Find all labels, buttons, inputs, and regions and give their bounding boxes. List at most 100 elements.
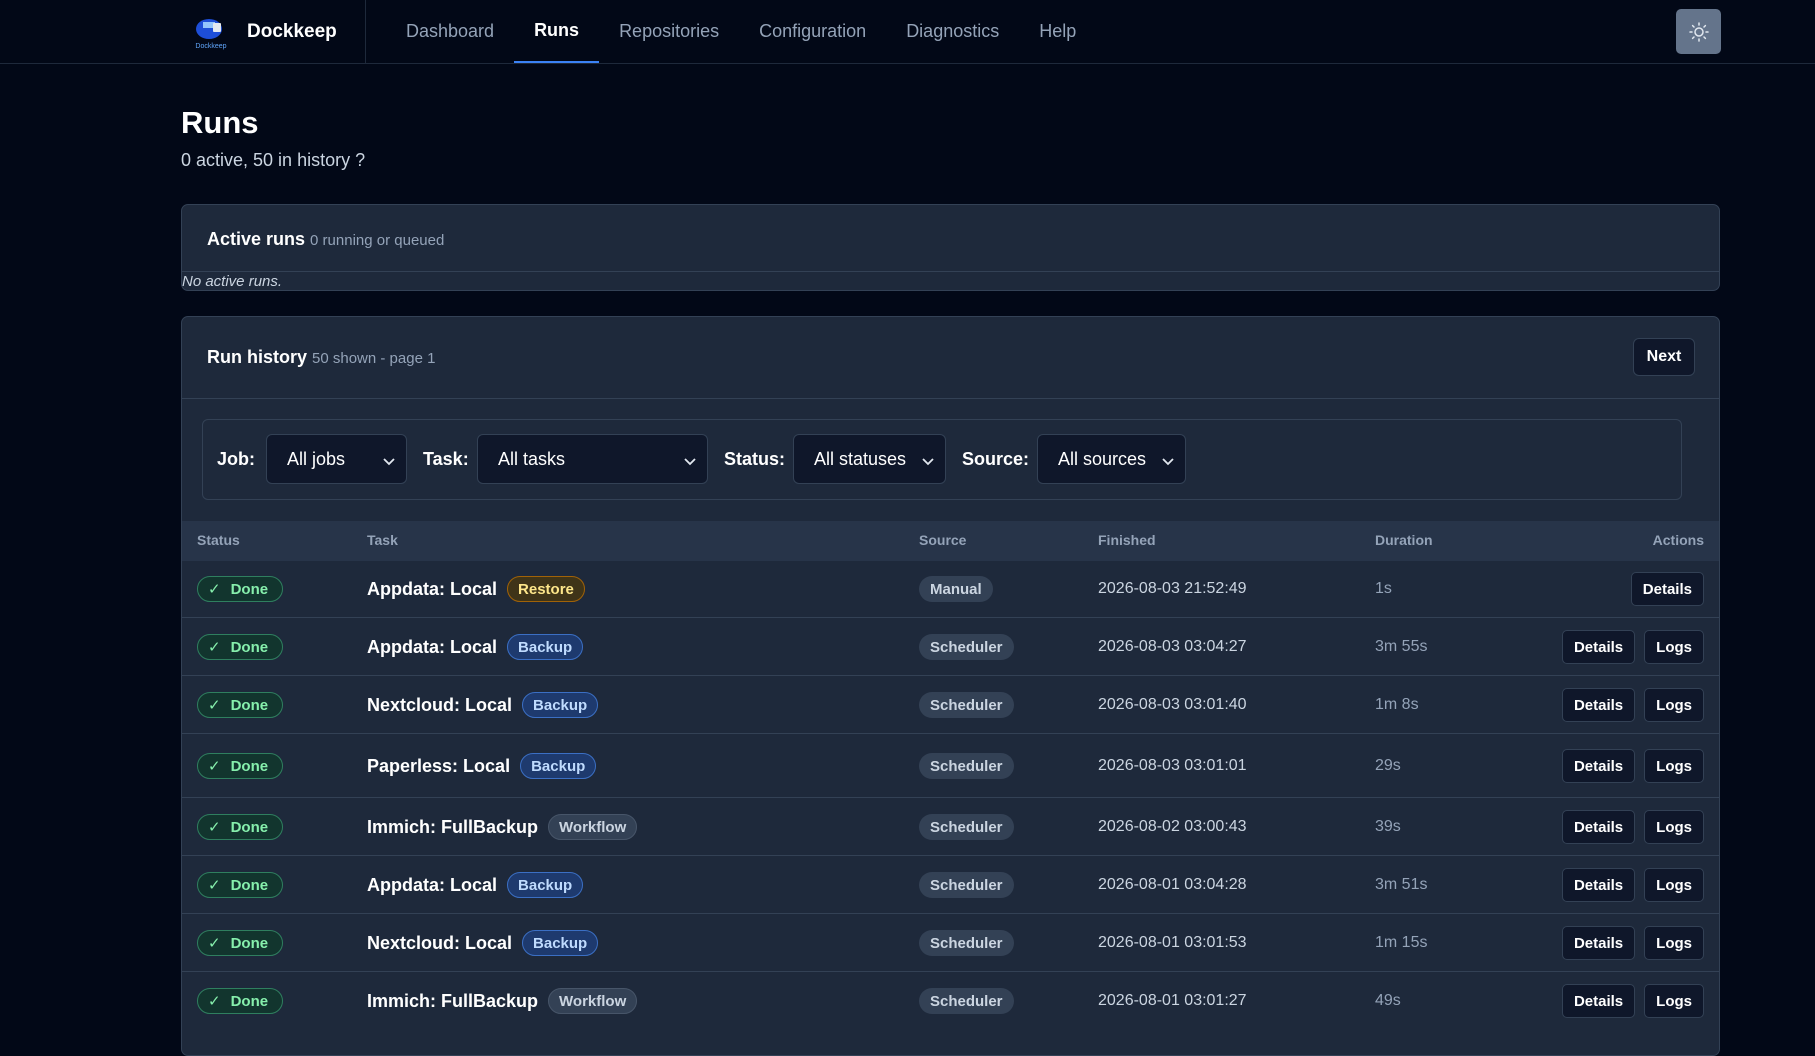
logs-button[interactable]: Logs	[1644, 984, 1704, 1018]
status-badge: ✓ Done	[197, 692, 284, 718]
finished-time: 2026-08-03 03:01:40	[1098, 696, 1247, 713]
active-runs-card: Active runs 0 running or queued No active…	[181, 204, 1720, 291]
task-type-badge: Backup	[522, 930, 599, 956]
status-badge: ✓ Done	[197, 634, 284, 660]
source-badge: Manual	[919, 576, 993, 602]
status-badge: ✓ Done	[197, 814, 284, 840]
details-button[interactable]: Details	[1561, 810, 1636, 844]
task-name: Nextcloud: Local	[367, 932, 513, 953]
task-name: Appdata: Local	[367, 578, 498, 599]
status-filter-label: Status:	[724, 449, 786, 469]
check-icon: ✓	[208, 581, 221, 598]
nav-link-repositories[interactable]: Repositories	[599, 0, 739, 63]
chevron-down-icon	[921, 452, 935, 473]
check-icon: ✓	[208, 639, 221, 656]
status-badge: ✓ Done	[197, 576, 284, 602]
source-filter-select[interactable]: All sources	[1037, 434, 1186, 484]
chevron-down-icon	[382, 452, 396, 473]
col-status[interactable]: Status	[197, 532, 240, 548]
task-cell: Immich: FullBackup Workflow	[367, 814, 638, 840]
details-button[interactable]: Details	[1561, 749, 1636, 783]
finished-time: 2026-08-01 03:04:28	[1098, 876, 1247, 893]
task-type-badge: Restore	[507, 576, 585, 602]
status-badge: ✓ Done	[197, 872, 284, 898]
task-cell: Paperless: Local Backup	[367, 753, 597, 779]
details-button[interactable]: Details	[1630, 572, 1704, 606]
status-badge: ✓ Done	[197, 753, 284, 779]
page-title: Runs	[181, 105, 259, 140]
details-button[interactable]: Details	[1561, 926, 1636, 960]
row-actions: Details Logs	[1553, 926, 1704, 960]
check-icon: ✓	[208, 877, 221, 894]
check-icon: ✓	[208, 758, 221, 775]
row-actions: Details	[1622, 572, 1704, 606]
brand[interactable]: Dockkeep Dockkeep	[193, 0, 337, 63]
source-badge: Scheduler	[919, 988, 1014, 1014]
row-actions: Details Logs	[1553, 749, 1704, 783]
nav-divider	[365, 0, 366, 63]
source-filter-label: Source:	[962, 449, 1030, 469]
source-badge: Scheduler	[919, 872, 1014, 898]
logs-button[interactable]: Logs	[1644, 688, 1704, 722]
duration: 1s	[1375, 580, 1392, 597]
row-actions: Details Logs	[1553, 984, 1704, 1018]
task-filter-label: Task:	[423, 449, 469, 469]
run-history-count: 50 shown - page 1	[312, 350, 436, 367]
finished-time: 2026-08-03 03:01:01	[1098, 757, 1247, 774]
nav-link-diagnostics[interactable]: Diagnostics	[886, 0, 1019, 63]
active-runs-empty: No active runs.	[182, 273, 283, 290]
status-filter-select[interactable]: All statuses	[793, 434, 946, 484]
source-badge: Scheduler	[919, 930, 1014, 956]
source-badge: Scheduler	[919, 634, 1014, 660]
task-type-badge: Backup	[507, 872, 584, 898]
source-badge: Scheduler	[919, 814, 1014, 840]
table-row: ✓ Done Appdata: Local Restore Manual 2026-08-…	[182, 561, 1719, 617]
check-icon: ✓	[208, 935, 221, 952]
theme-toggle-button[interactable]	[1676, 9, 1721, 54]
task-filter-select[interactable]: All tasks	[477, 434, 708, 484]
details-button[interactable]: Details	[1561, 630, 1636, 664]
check-icon: ✓	[208, 993, 221, 1010]
dockkeep-logo: Dockkeep	[193, 14, 229, 50]
table-row: ✓ Done Appdata: Local Backup Scheduler 2026-0…	[182, 855, 1719, 914]
nav-link-runs[interactable]: Runs	[514, 0, 600, 63]
check-icon: ✓	[208, 819, 221, 836]
logs-button[interactable]: Logs	[1644, 926, 1704, 960]
task-name: Nextcloud: Local	[367, 694, 513, 715]
job-filter-select[interactable]: All jobs	[266, 434, 407, 484]
nav-link-configuration[interactable]: Configuration	[739, 0, 886, 63]
next-page-button[interactable]: Next	[1633, 338, 1695, 376]
row-actions: Details Logs	[1553, 868, 1704, 902]
task-name: Appdata: Local	[367, 874, 498, 895]
active-runs-title: Active runs	[207, 229, 306, 249]
task-name: Appdata: Local	[367, 636, 498, 657]
details-button[interactable]: Details	[1561, 984, 1636, 1018]
nav-link-help[interactable]: Help	[1019, 0, 1096, 63]
duration: 49s	[1375, 992, 1401, 1009]
col-duration[interactable]: Duration	[1375, 532, 1433, 548]
table-row: ✓ Done Nextcloud: Local Backup Scheduler 2026…	[182, 675, 1719, 734]
duration: 39s	[1375, 818, 1401, 835]
col-finished[interactable]: Finished	[1098, 532, 1156, 548]
table-row: ✓ Done Immich: FullBackup Workflow Scheduler…	[182, 971, 1719, 1030]
col-task[interactable]: Task	[367, 532, 398, 548]
row-actions: Details Logs	[1553, 688, 1704, 722]
duration: 29s	[1375, 757, 1401, 774]
logs-button[interactable]: Logs	[1644, 868, 1704, 902]
logs-button[interactable]: Logs	[1644, 749, 1704, 783]
nav-link-dashboard[interactable]: Dashboard	[386, 0, 514, 63]
task-type-badge: Backup	[522, 692, 599, 718]
logs-button[interactable]: Logs	[1644, 630, 1704, 664]
task-cell: Appdata: Local Restore	[367, 576, 585, 602]
finished-time: 2026-08-03 21:52:49	[1098, 580, 1247, 597]
details-button[interactable]: Details	[1561, 688, 1636, 722]
details-button[interactable]: Details	[1561, 868, 1636, 902]
logs-button[interactable]: Logs	[1644, 810, 1704, 844]
sun-icon	[1688, 21, 1709, 42]
page-subtitle: 0 active, 50 in history ?	[181, 150, 366, 170]
run-history-title: Run history	[207, 347, 308, 367]
task-cell: Nextcloud: Local Backup	[367, 930, 599, 956]
col-source[interactable]: Source	[919, 532, 966, 548]
status-badge: ✓ Done	[197, 988, 284, 1014]
task-name: Paperless: Local	[367, 755, 511, 776]
